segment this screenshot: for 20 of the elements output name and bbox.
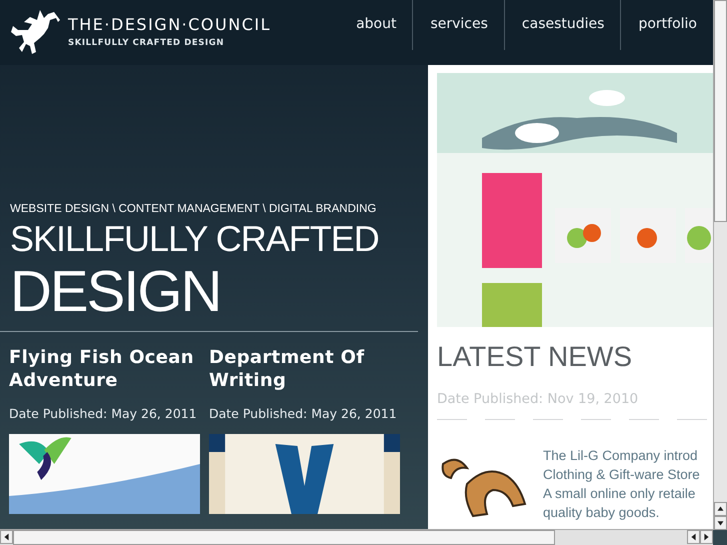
hero-headline: SKILLFULLY CRAFTED: [10, 217, 380, 261]
news-summary: The Lil-G Company introd Clothing & Gift-ware Store A small online only retaile quality baby goods.: [543, 447, 700, 522]
project-title-link[interactable]: Flying Fish Ocean Adventure: [9, 346, 201, 392]
logo-tagline: SKILLFULLY CRAFTED DESIGN: [68, 38, 226, 48]
project-date: Date Published: May 26, 2011: [9, 406, 198, 422]
project-thumbnail-drawing[interactable]: [209, 434, 400, 514]
news-date: Date Published: Nov 19, 2010: [437, 391, 640, 407]
nav-link[interactable]: casestudies: [504, 0, 620, 50]
nav-link[interactable]: about: [339, 0, 412, 50]
website-screenshot-drawing[interactable]: [437, 73, 713, 327]
vertical-scrollbar[interactable]: [713, 0, 727, 530]
hero-headline: DESIGN: [10, 261, 222, 323]
project-date: Date Published: May 26, 2011: [209, 406, 398, 422]
nav-link[interactable]: services: [412, 0, 504, 50]
horizontal-scrollbar[interactable]: [0, 529, 713, 545]
project-thumbnail-drawing[interactable]: [9, 434, 200, 514]
logo-title: THE·DESIGN·COUNCIL: [68, 14, 272, 34]
project-title-link[interactable]: Department Of Writing: [209, 346, 401, 392]
news-heading: LATEST NEWS: [437, 341, 634, 373]
services-line: WEBSITE DESIGN \ CONTENT MANAGEMENT \ DIGITAL BRANDING: [10, 203, 378, 215]
